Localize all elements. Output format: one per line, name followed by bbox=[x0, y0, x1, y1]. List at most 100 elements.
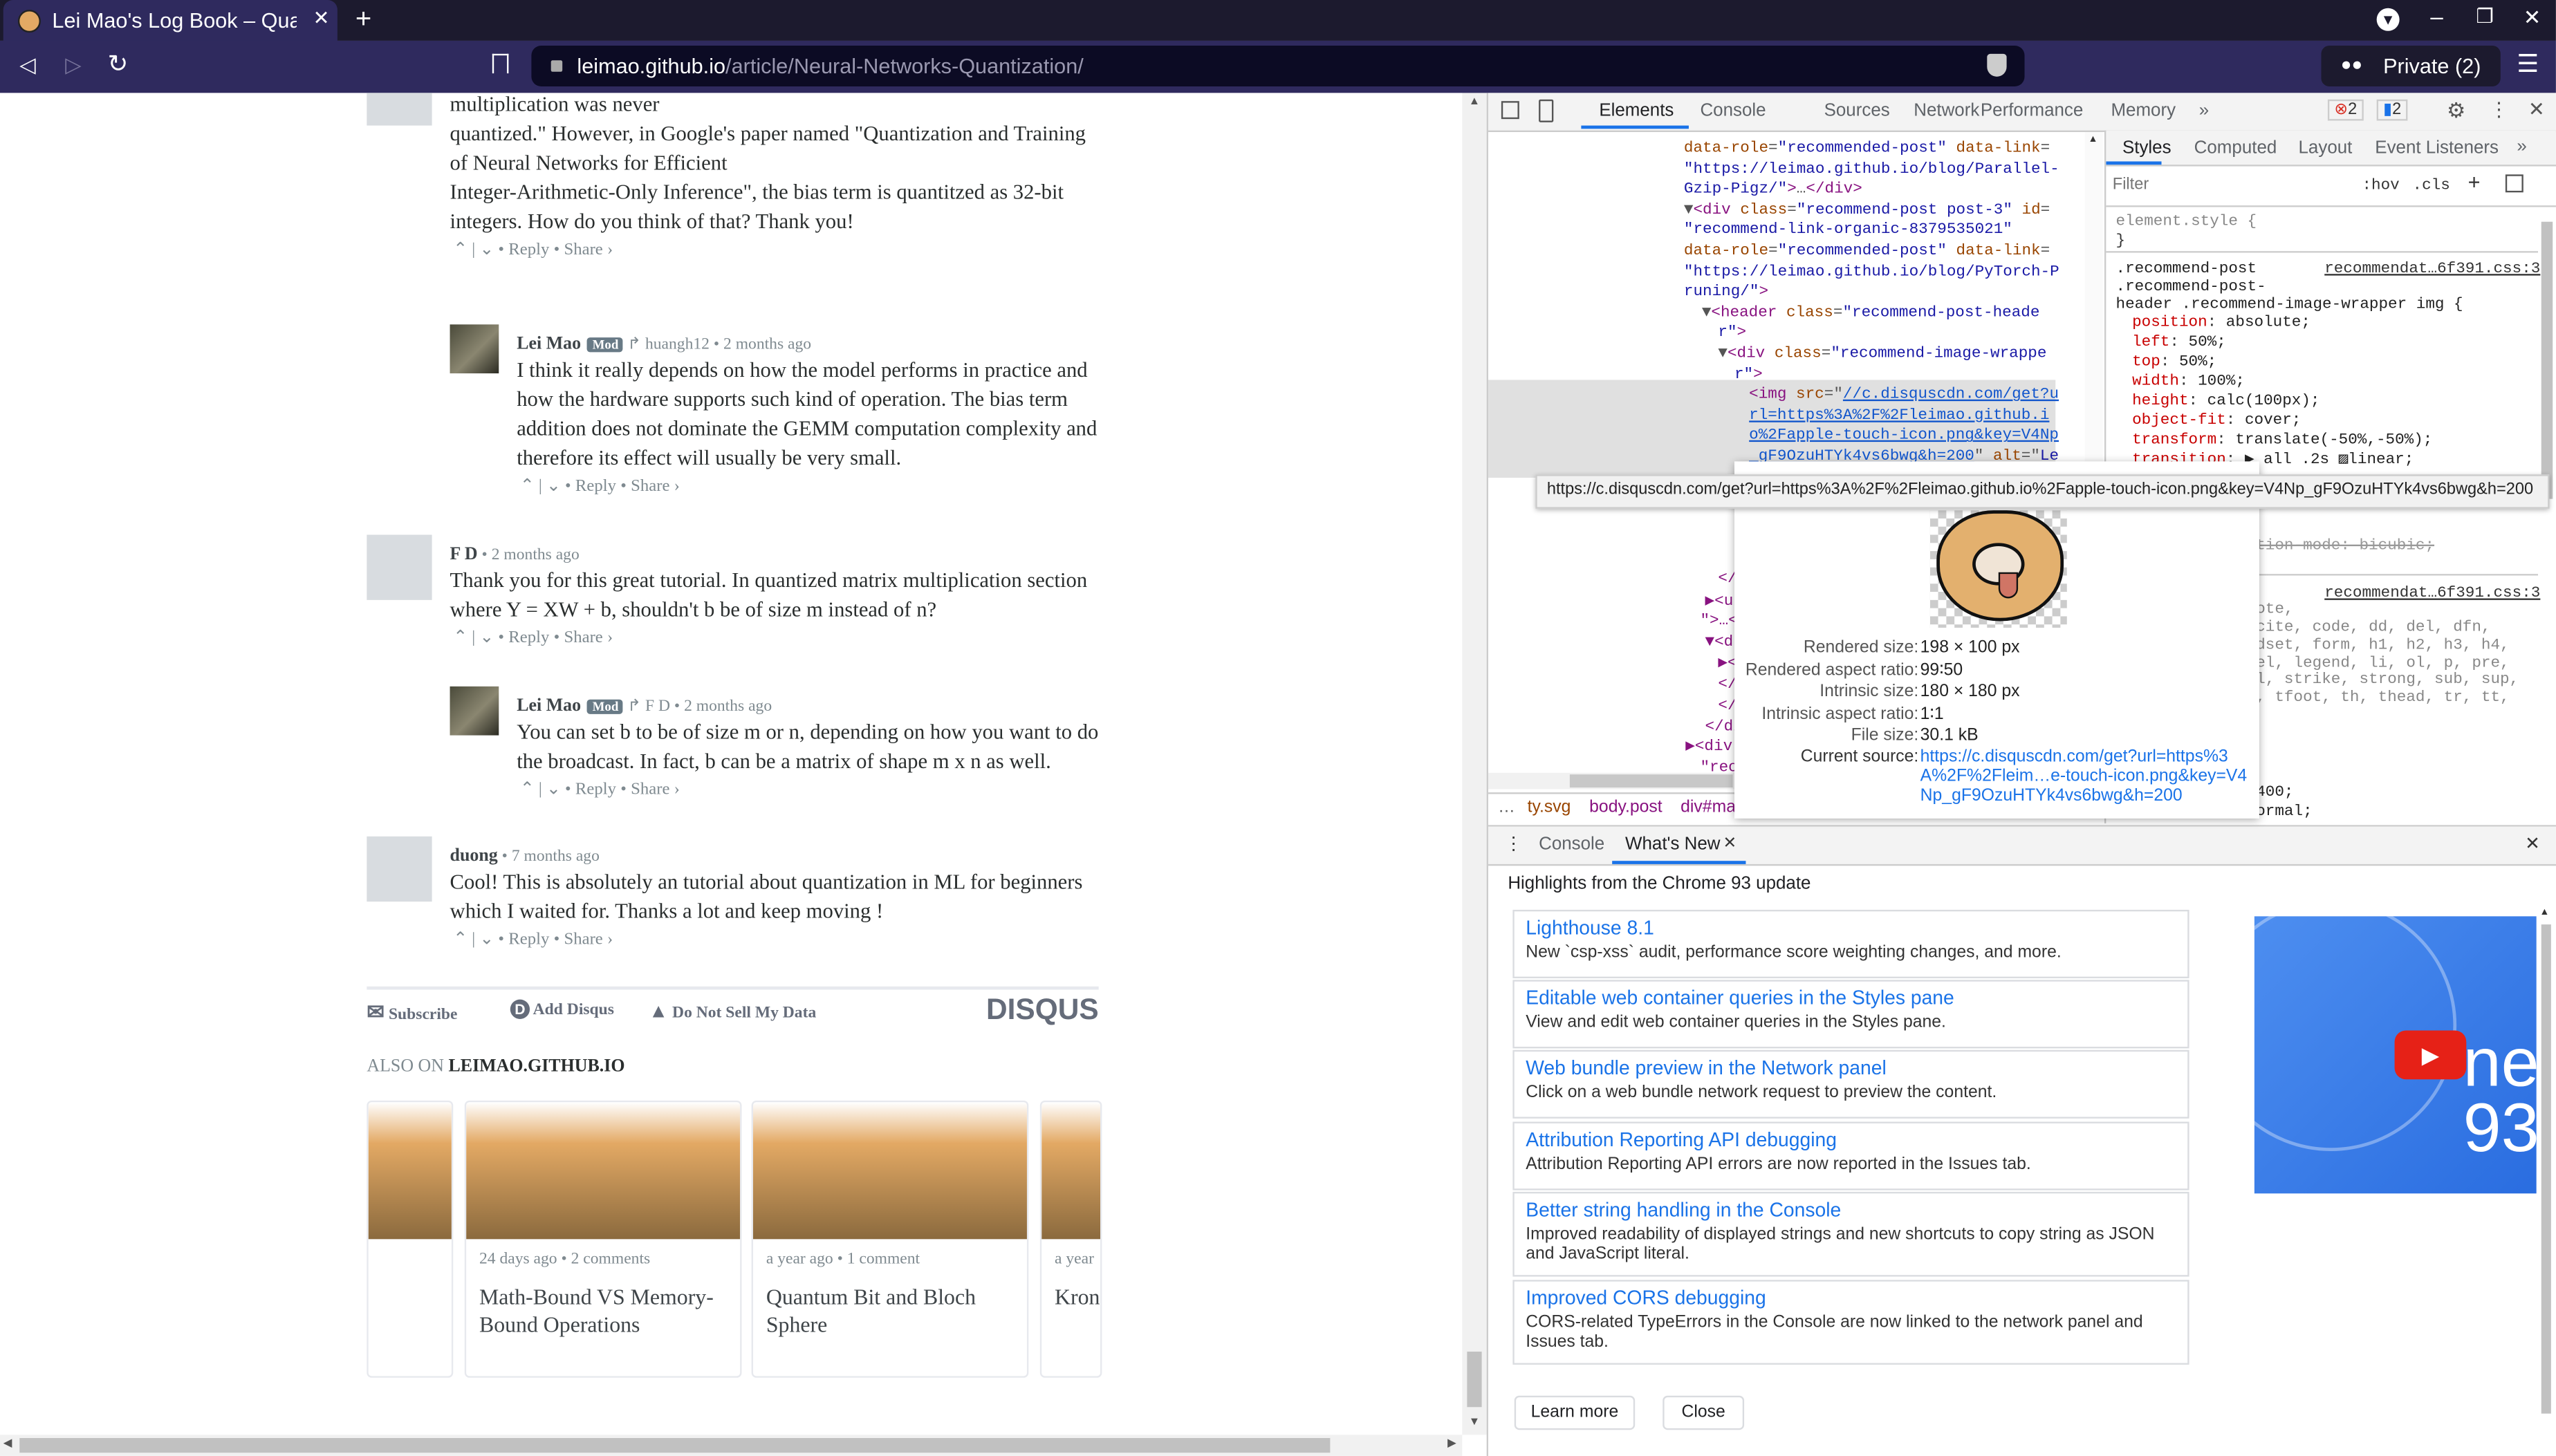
toggle-sidebar-icon[interactable] bbox=[2505, 174, 2523, 193]
breadcrumb-item[interactable]: … bbox=[1498, 797, 1515, 816]
new-tab-icon[interactable]: + bbox=[355, 3, 371, 36]
reply-to[interactable]: ↱ huangh12 bbox=[623, 336, 710, 354]
style-declaration[interactable]: dset, form, h1, h2, h3, h4, bbox=[2256, 636, 2509, 654]
whats-new-video[interactable]: ▶ ne 93 bbox=[2254, 916, 2537, 1194]
avatar[interactable] bbox=[367, 836, 432, 902]
avatar[interactable] bbox=[450, 324, 499, 374]
dom-line[interactable]: ">…< bbox=[1700, 611, 1737, 629]
address-bar[interactable]: leimao.github.io/article/Neural-Networks… bbox=[531, 46, 2025, 86]
tab-memory[interactable]: Memory bbox=[2111, 101, 2176, 120]
styles-filter-input[interactable] bbox=[2109, 171, 2361, 198]
scroll-up-icon[interactable]: ▲ bbox=[1469, 96, 1480, 108]
style-declaration[interactable]: el, legend, li, ol, p, pre, bbox=[2256, 654, 2509, 672]
scroll-down-icon[interactable]: ▼ bbox=[1469, 1417, 1480, 1428]
styles-tab-computed[interactable]: Computed bbox=[2194, 138, 2277, 158]
brave-shield-icon[interactable] bbox=[1987, 53, 2007, 77]
tab-sources[interactable]: Sources bbox=[1824, 101, 1890, 120]
whats-new-title[interactable]: Attribution Reporting API debugging bbox=[1526, 1128, 1837, 1151]
share-button[interactable]: Share › bbox=[564, 931, 613, 949]
styles-scrollbar[interactable] bbox=[2538, 205, 2555, 823]
card-title[interactable]: rm for bbox=[369, 1283, 438, 1311]
whats-new-title[interactable]: Improved CORS debugging bbox=[1526, 1287, 1766, 1309]
card-title[interactable]: Kron Circu bbox=[1055, 1283, 1100, 1311]
hscroll-thumb[interactable] bbox=[1569, 774, 1733, 788]
dom-line[interactable]: ▼<div class="recommend-image-wrappe bbox=[1718, 344, 2046, 362]
dom-line[interactable]: <img src="//c.disquscdn.com/get?u bbox=[1749, 385, 2059, 403]
author-name[interactable]: Lei Mao bbox=[517, 334, 581, 353]
bookmark-icon[interactable] bbox=[492, 53, 509, 74]
dom-line[interactable]: ▼<d bbox=[1705, 633, 1734, 651]
inspect-element-icon[interactable] bbox=[1501, 101, 1519, 120]
reply-button[interactable]: Reply bbox=[508, 241, 549, 259]
close-whats-new-icon[interactable]: ✕ bbox=[1723, 834, 1737, 852]
whats-new-item[interactable]: Attribution Reporting API debugging Attri… bbox=[1512, 1121, 2189, 1191]
downvote-icon[interactable]: ⌄ bbox=[479, 629, 494, 647]
close-tab-icon[interactable]: ✕ bbox=[313, 6, 330, 29]
recommendation-card[interactable]: a year ago • 1 comment Quantum Bit and Bl… bbox=[751, 1100, 1029, 1378]
messages-badge[interactable]: ▮2 bbox=[2376, 99, 2408, 121]
whats-new-item[interactable]: Improved CORS debugging CORS-related Type… bbox=[1512, 1280, 2189, 1365]
recommendation-card[interactable]: a year Kron Circu bbox=[1039, 1100, 1102, 1378]
youtube-play-icon[interactable]: ▶ bbox=[2394, 1030, 2467, 1080]
minimize-icon[interactable]: – bbox=[2430, 3, 2443, 30]
whats-new-title[interactable]: Web bundle preview in the Network panel bbox=[1526, 1056, 1887, 1079]
scroll-up-icon[interactable]: ▲ bbox=[2539, 908, 2549, 918]
rule-source-link[interactable]: recommendat…6f391.css:3 bbox=[2324, 259, 2540, 277]
do-not-sell-link[interactable]: ▲ Do Not Sell My Data bbox=[649, 1000, 816, 1024]
reply-to[interactable]: ↱ F D bbox=[623, 698, 670, 716]
timestamp[interactable]: • 2 months ago bbox=[478, 546, 580, 564]
class-toggle[interactable]: .cls bbox=[2413, 176, 2450, 194]
timestamp[interactable]: • 2 months ago bbox=[670, 698, 772, 716]
scroll-right-icon[interactable]: ▶ bbox=[1447, 1437, 1456, 1450]
dom-line[interactable]: runing/"> bbox=[1684, 282, 1768, 300]
errors-badge[interactable]: ⊗2 bbox=[2327, 99, 2364, 121]
style-declaration[interactable]: position: absolute; bbox=[2132, 313, 2310, 331]
style-declaration[interactable]: , tfoot, th, thead, tr, tt, bbox=[2256, 688, 2509, 706]
style-declaration[interactable]: tion-mode: bicubic; bbox=[2256, 536, 2434, 554]
scroll-thumb[interactable] bbox=[2541, 221, 2553, 499]
tab-console[interactable]: Console bbox=[1700, 101, 1766, 120]
style-declaration[interactable]: 400; bbox=[2256, 783, 2293, 801]
more-options-icon[interactable]: ⋮ bbox=[2489, 97, 2508, 120]
style-declaration[interactable]: cite, code, dd, del, dfn, bbox=[2256, 618, 2490, 636]
tab-elements[interactable]: Elements bbox=[1599, 101, 1674, 120]
reply-button[interactable]: Reply bbox=[575, 781, 616, 799]
forward-icon[interactable]: ▷ bbox=[65, 52, 82, 78]
current-source-link[interactable]: https://c.disquscdn.com/get?url=https%3A… bbox=[1920, 747, 2253, 805]
dom-line[interactable]: data-role="recommended-post" data-link= bbox=[1684, 138, 2050, 156]
author-name[interactable]: Lei Mao bbox=[517, 696, 581, 716]
share-button[interactable]: Share › bbox=[631, 781, 680, 799]
upvote-icon[interactable]: ⌃ bbox=[520, 781, 535, 799]
downvote-icon[interactable]: ⌄ bbox=[479, 931, 494, 949]
style-declaration[interactable]: l, strike, strong, sub, sup, bbox=[2256, 670, 2519, 688]
back-icon[interactable]: ◁ bbox=[19, 52, 36, 78]
style-declaration[interactable]: top: 50%; bbox=[2132, 352, 2216, 370]
dom-line[interactable]: "recommend-link-organic-8379535021" bbox=[1684, 221, 2012, 239]
reply-button[interactable]: Reply bbox=[575, 478, 616, 496]
style-declaration[interactable]: ormal; bbox=[2256, 802, 2312, 820]
upvote-icon[interactable]: ⌃ bbox=[453, 241, 467, 259]
timestamp[interactable]: • 2 months ago bbox=[710, 336, 811, 354]
dom-line[interactable]: Gzip-Pigz/">…</div> bbox=[1684, 180, 1862, 198]
menu-icon[interactable]: ☰ bbox=[2517, 49, 2539, 78]
breadcrumb-item[interactable]: div#ma bbox=[1680, 797, 1736, 816]
reply-button[interactable]: Reply bbox=[508, 931, 549, 949]
share-button[interactable]: Share › bbox=[564, 241, 613, 259]
style-declaration[interactable]: height: calc(100px); bbox=[2132, 391, 2319, 409]
dom-line[interactable]: r"> bbox=[1734, 364, 1763, 382]
scroll-thumb[interactable] bbox=[1467, 1352, 1482, 1408]
style-declaration[interactable]: left: 50%; bbox=[2132, 333, 2226, 351]
drawer-tab-what-s-new[interactable]: What's New bbox=[1625, 834, 1721, 854]
dom-line[interactable]: data-role="recommended-post" data-link= bbox=[1684, 241, 2050, 259]
tab-search-icon[interactable]: ▼ bbox=[2376, 8, 2400, 31]
style-declaration[interactable]: width: 100%; bbox=[2132, 372, 2245, 390]
more-styles-tabs-icon[interactable]: » bbox=[2517, 137, 2526, 156]
dom-token[interactable]: rl=https%3A%2F%2Fleimao.github.i bbox=[1749, 406, 2049, 424]
close-button[interactable]: Close bbox=[1663, 1395, 1745, 1430]
card-title[interactable]: Math-Bound VS Memory-Bound Operations bbox=[479, 1283, 732, 1338]
upvote-icon[interactable]: ⌃ bbox=[520, 478, 535, 496]
upvote-icon[interactable]: ⌃ bbox=[453, 629, 467, 647]
downvote-icon[interactable]: ⌄ bbox=[546, 478, 561, 496]
dom-token[interactable]: o%2Fapple-touch-icon.png&key=V4Np bbox=[1749, 426, 2059, 444]
add-disqus-link[interactable]: D Add Disqus bbox=[510, 999, 614, 1019]
